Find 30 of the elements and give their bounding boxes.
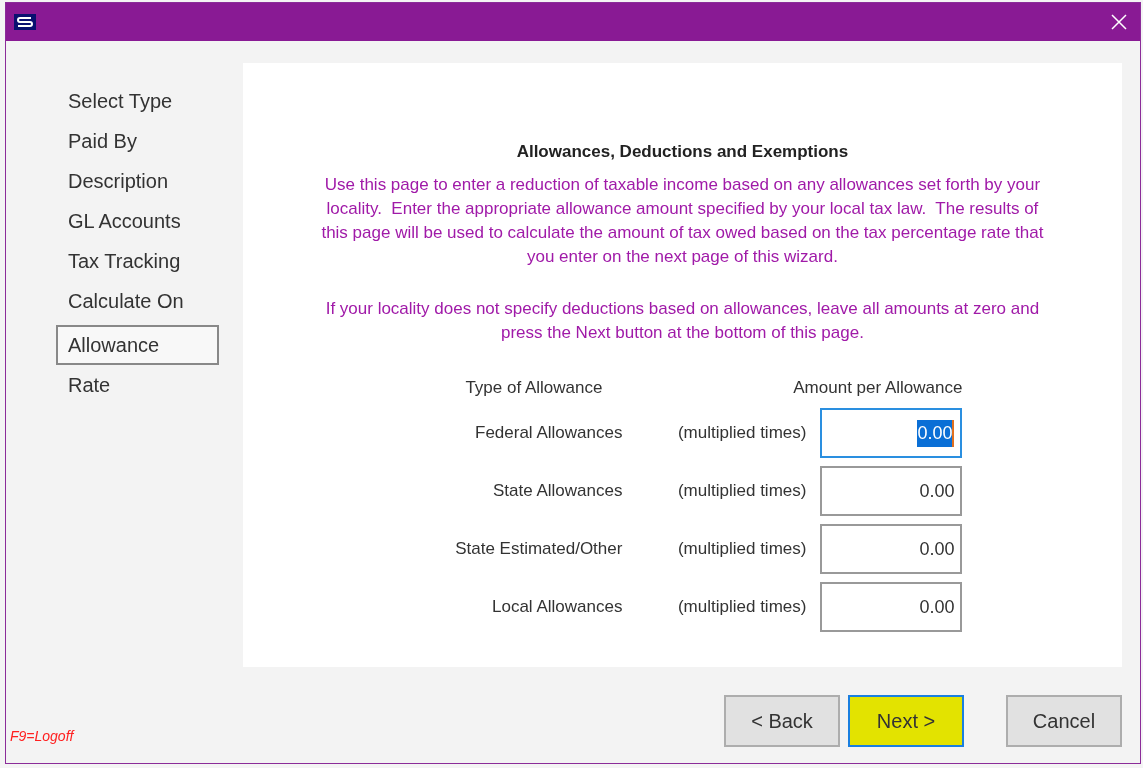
multiplier-label: (multiplied times) [676,538,807,561]
wizard-step[interactable]: Calculate On [56,281,219,321]
hotkey-hint: F9=Logoff [10,727,74,746]
page-heading: Allowances, Deductions and Exemptions [516,141,849,163]
column-header: Amount per Allowance [792,376,963,399]
wizard-step[interactable]: Rate [56,365,219,405]
wizard-step[interactable]: Description [56,161,219,201]
wizard-step[interactable]: Paid By [56,121,219,161]
multiplier-label: (multiplied times) [676,480,807,503]
allowance-label: Local Allowances [491,596,623,619]
amount-field[interactable]: 0.00 [820,582,963,632]
next-button[interactable]: Next > [848,695,964,747]
wizard-step[interactable]: Tax Tracking [56,241,219,281]
back-button[interactable]: < Back [724,695,840,747]
app-logo-icon [14,14,36,30]
note-text: If your locality does not specify deductions based on allowances, leave all amounts at zero and press the Next button at the bottom of this page. [324,297,1041,344]
multiplier-label: (multiplied times) [676,422,807,445]
wizard-step[interactable]: Select Type [56,81,219,121]
column-header: Type of Allowance [464,376,604,399]
allowance-label: State Allowances [491,480,623,503]
cancel-button[interactable]: Cancel [1006,695,1122,747]
amount-field[interactable]: 0.00 [820,524,963,574]
instruction-text: Use this page to enter a reduction of taxable income based on any allowances set forth by your locality. Enter the appropriate allowance amount specified by your local tax law. The results of this page will be used to calculate the amount of tax owed based on the tax percentage rate that you enter on the next page of this wizard. [320,173,1045,268]
wizard-step[interactable]: Allowance [56,325,219,365]
wizard-step[interactable]: GL Accounts [56,201,219,241]
allowance-label: Federal Allowances [474,422,623,445]
allowance-label: State Estimated/Other [454,538,623,561]
amount-field[interactable]: 0.00 [820,408,963,458]
amount-field[interactable]: 0.00 [820,466,963,516]
multiplier-label: (multiplied times) [676,596,807,619]
